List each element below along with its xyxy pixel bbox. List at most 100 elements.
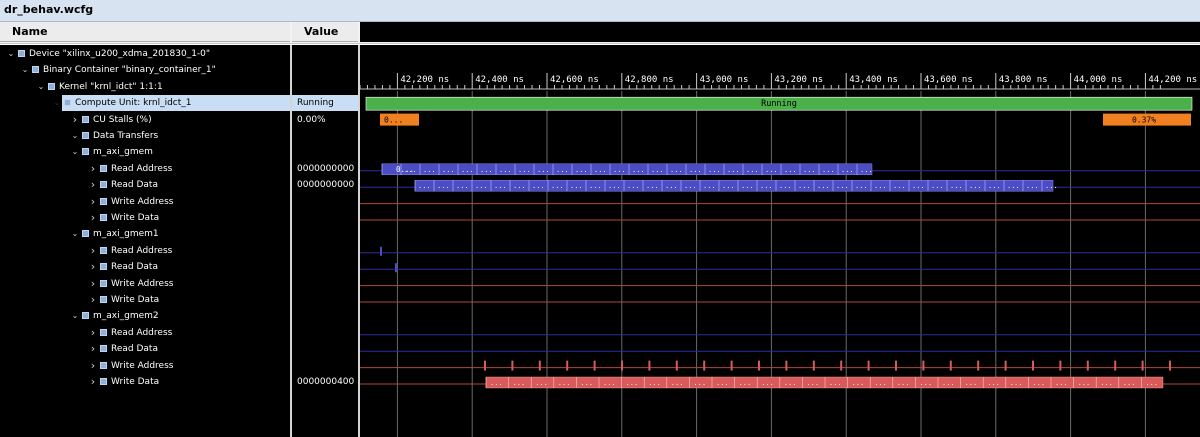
signal-value <box>292 62 358 78</box>
signal-group-icon <box>82 132 89 139</box>
chevron-right-icon[interactable]: › <box>88 341 98 357</box>
tree-row-label: Data Transfers <box>93 131 159 141</box>
chevron-down-icon[interactable]: ⌄ <box>70 128 80 144</box>
transfer-dots: ... <box>558 379 571 387</box>
tree-row[interactable]: › Write Address <box>0 358 290 374</box>
tree-row-label: Binary Container "binary_container_1" <box>43 65 216 76</box>
tree-row[interactable]: › Read Address <box>0 243 290 259</box>
editor-tab-bar: dr_behav.wcfg <box>0 0 1200 22</box>
tree-row[interactable]: ⌄ Compute Unit: krnl_idct_1 <box>54 95 290 112</box>
tree-row[interactable]: › Write Data <box>0 292 290 308</box>
tree-row[interactable]: ⌄ m_axi_gmem <box>0 144 290 160</box>
time-tick-label: 42,200 ns <box>400 75 449 85</box>
chevron-right-icon[interactable]: › <box>88 276 98 292</box>
tree-row[interactable]: › Write Address <box>0 276 290 292</box>
chevron-right-icon[interactable]: › <box>88 325 98 341</box>
value-column-header[interactable]: Value <box>292 22 358 42</box>
tree-row-label: Write Data <box>111 377 160 387</box>
transfer-dots: ... <box>874 182 887 190</box>
transfer-dots: ... <box>969 182 982 190</box>
tree-row[interactable]: › Write Data <box>0 210 290 226</box>
transfer-dots: ... <box>1010 379 1023 387</box>
time-tick-label: 43,000 ns <box>700 75 749 85</box>
signal-value <box>292 79 358 95</box>
tree-row[interactable]: › Read Data <box>0 259 290 275</box>
tree-row[interactable]: ⌄ Device "xilinx_u200_xdma_201830_1-0" <box>0 46 290 62</box>
signal-name-tree: ⌄ Device "xilinx_u200_xdma_201830_1-0" ⌄ Bi… <box>0 45 290 437</box>
transfer-dots: ... <box>651 166 664 174</box>
transfer-dots: ... <box>648 379 661 387</box>
transfer-dots: ... <box>513 182 526 190</box>
transfer-dots: ... <box>671 379 684 387</box>
signal-group-icon <box>100 296 107 303</box>
tree-row-label: Read Data <box>111 262 158 273</box>
time-tick-label: 43,400 ns <box>849 75 898 85</box>
signal-value <box>292 144 358 160</box>
chevron-right-icon[interactable]: › <box>88 243 98 259</box>
chevron-right-icon[interactable]: › <box>88 194 98 210</box>
signal-group-icon <box>100 181 107 189</box>
tree-row[interactable]: ⌄ m_axi_gmem2 <box>0 308 290 324</box>
tree-row[interactable]: › Read Address <box>0 325 290 341</box>
transfer-dots: ... <box>535 379 548 387</box>
chevron-down-icon[interactable]: ⌄ <box>36 79 46 95</box>
transfer-dots: ... <box>806 379 819 387</box>
chevron-down-icon[interactable]: ⌄ <box>70 144 80 160</box>
transfer-dots: ... <box>461 166 474 174</box>
signal-value <box>292 308 358 324</box>
time-tick-label: 44,000 ns <box>1074 75 1123 85</box>
transfer-dots: ... <box>646 182 659 190</box>
tree-row[interactable]: › Read Data <box>0 341 290 357</box>
signal-value <box>292 276 358 292</box>
transfer-dots: ... <box>897 379 910 387</box>
chevron-right-icon[interactable]: › <box>88 259 98 275</box>
time-tick-label: 43,600 ns <box>924 75 973 85</box>
signal-group-icon <box>82 115 89 123</box>
name-column-header[interactable]: Name <box>0 22 290 42</box>
transfer-dots: ... <box>829 379 842 387</box>
chevron-right-icon[interactable]: › <box>70 112 80 128</box>
tree-row[interactable]: › Write Address <box>0 194 290 210</box>
tree-row[interactable]: ⌄ Kernel "krnl_idct" 1:1:1 <box>0 79 290 95</box>
tree-row[interactable]: ⌄ m_axi_gmem1 <box>0 226 290 242</box>
chevron-down-icon[interactable]: ⌄ <box>70 226 80 242</box>
waveform-canvas[interactable]: 42,200 ns 42,400 ns 42,600 ns 42,800 ns 43,0… <box>360 45 1200 437</box>
editor-tab-title[interactable]: dr_behav.wcfg <box>4 3 93 16</box>
chevron-right-icon[interactable]: › <box>88 374 98 390</box>
signal-group-icon <box>100 345 107 353</box>
tree-row[interactable]: › Read Data <box>0 177 290 193</box>
transfer-dots: ... <box>494 182 507 190</box>
signal-value <box>292 226 358 242</box>
tree-row[interactable]: ⌄ Data Transfers <box>0 128 290 144</box>
transfer-dots: ... <box>965 379 978 387</box>
chevron-down-icon[interactable]: ⌄ <box>52 95 62 111</box>
transfer-dots: ... <box>741 182 754 190</box>
signal-value <box>292 358 358 374</box>
transfer-dots: ... <box>608 182 621 190</box>
transfer-start-label: 0... <box>396 165 414 174</box>
transfer-dots: ... <box>1045 182 1058 190</box>
chevron-right-icon[interactable]: › <box>88 177 98 193</box>
tree-row-label: Device "xilinx_u200_xdma_201830_1-0" <box>29 49 211 59</box>
chevron-right-icon[interactable]: › <box>88 210 98 226</box>
chevron-down-icon[interactable]: ⌄ <box>20 62 30 78</box>
chevron-right-icon[interactable]: › <box>88 292 98 308</box>
transfer-dots: ... <box>684 182 697 190</box>
transfer-dots: ... <box>627 182 640 190</box>
tree-row[interactable]: › Read Address <box>0 161 290 177</box>
chevron-right-icon[interactable]: › <box>88 358 98 374</box>
transfer-dots: ... <box>570 182 583 190</box>
chevron-down-icon[interactable]: ⌄ <box>70 308 80 324</box>
transfer-dots: ... <box>779 182 792 190</box>
tree-row[interactable]: › Write Data <box>0 374 290 390</box>
tree-row[interactable]: ⌄ Binary Container "binary_container_1" <box>0 62 290 78</box>
transfer-dots: ... <box>626 379 639 387</box>
running-label: Running <box>761 99 797 109</box>
chevron-down-icon[interactable]: ⌄ <box>6 46 16 62</box>
transfer-dots: ... <box>580 379 593 387</box>
chevron-right-icon[interactable]: › <box>88 161 98 177</box>
transfer-dots: ... <box>532 182 545 190</box>
tree-row-label: Write Address <box>111 360 174 371</box>
tree-row[interactable]: › CU Stalls (%) <box>0 112 290 128</box>
transfer-dots: ... <box>727 166 740 174</box>
